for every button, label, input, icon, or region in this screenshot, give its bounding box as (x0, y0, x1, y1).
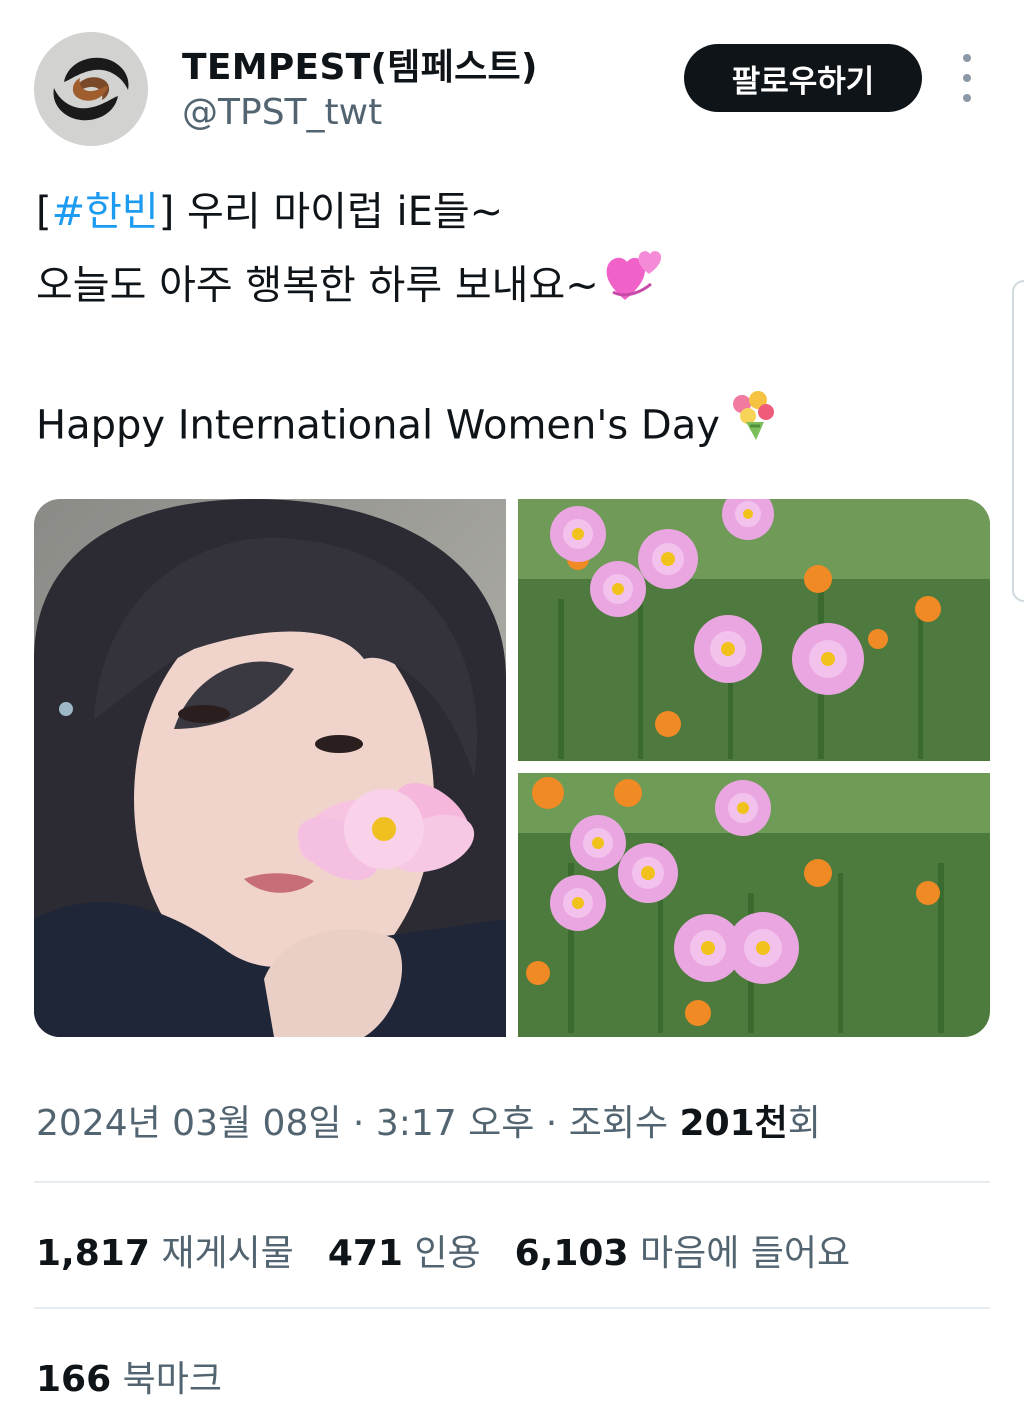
tweet-media (34, 499, 990, 1037)
avatar[interactable] (34, 32, 148, 146)
engagement-stats: 1,817 재게시물 471 인용 6,103 마음에 들어요 (36, 1224, 884, 1276)
author-name[interactable]: TEMPEST(템페스트) (182, 38, 538, 90)
author-handle[interactable]: @TPST_twt (182, 92, 382, 133)
tweet-meta: 2024년 03월 08일 · 3:17 오후 · 조회수 201천회 (36, 1103, 821, 1144)
hashtag-link[interactable]: #한빈 (52, 189, 159, 235)
likes-stat[interactable]: 6,103 마음에 들어요 (515, 1233, 850, 1274)
divider (34, 1181, 990, 1183)
more-options-icon[interactable] (956, 54, 978, 102)
scrollbar-handle[interactable] (1012, 280, 1024, 602)
bouquet-icon (726, 388, 782, 467)
follow-button[interactable]: 팔로우하기 (684, 44, 922, 112)
view-count: 201천 (679, 1103, 788, 1144)
tweet-time[interactable]: 3:17 오후 (376, 1103, 535, 1144)
tweet-date[interactable]: 2024년 03월 08일 (36, 1103, 341, 1144)
bookmarks-stat[interactable]: 166 북마크 (36, 1350, 222, 1402)
tweet-line-3: Happy International Women's Day (36, 388, 986, 460)
reposts-stat[interactable]: 1,817 재게시물 (36, 1233, 294, 1274)
quotes-stat[interactable]: 471 인용 (328, 1233, 481, 1274)
divider (34, 1307, 990, 1309)
tweet-line-2: 오늘도 아주 행복한 하루 보내요~ (36, 248, 986, 320)
two-hearts-icon (605, 248, 665, 327)
tweet-text: [#한빈] 우리 마이럽 iE들~ 오늘도 아주 행복한 하루 보내요~ Hap… (36, 176, 986, 460)
tempest-logo-icon (34, 32, 148, 146)
cosmos-flowers-photo-2[interactable] (518, 773, 990, 1037)
portrait-photo[interactable] (34, 499, 506, 1037)
cosmos-flowers-photo-1[interactable] (518, 499, 990, 761)
tweet-line-1: [#한빈] 우리 마이럽 iE들~ (36, 189, 504, 235)
